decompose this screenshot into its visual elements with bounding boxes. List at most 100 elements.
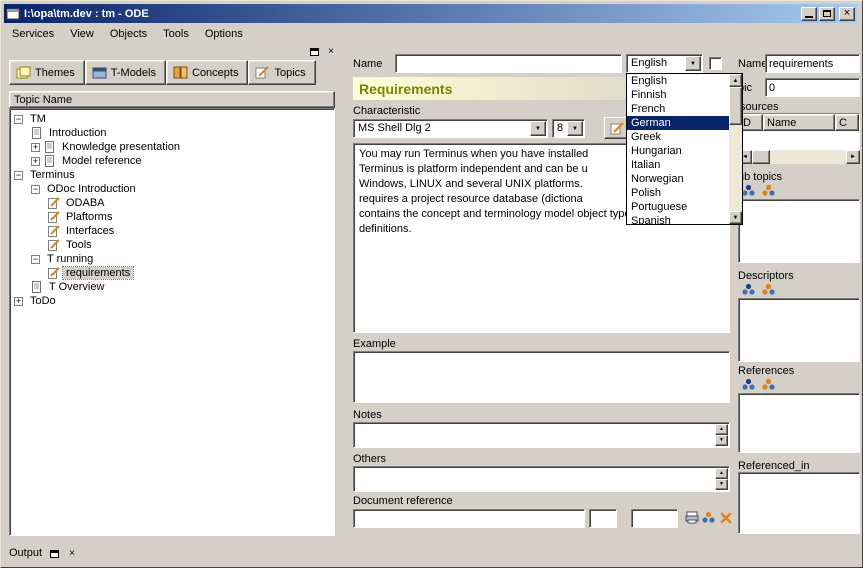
tab-themes[interactable]: Themes	[9, 60, 85, 85]
language-checkbox[interactable]	[709, 57, 722, 70]
scroll-down-button[interactable]: ▼	[715, 435, 728, 446]
language-option-norwegian[interactable]: Norwegian	[627, 172, 729, 186]
tree-expand-toggle[interactable]: −	[14, 115, 23, 124]
language-option-finnish[interactable]: Finnish	[627, 88, 729, 102]
scrollbar-thumb[interactable]	[729, 87, 742, 125]
chevron-down-icon: ▼	[690, 61, 696, 67]
tree-item-tools[interactable]: Tools	[10, 238, 334, 252]
rp-topic-input[interactable]	[765, 78, 860, 97]
title-bar: I:\opa\tm.dev : tm - ODE ×	[4, 4, 857, 23]
tree-expand-toggle[interactable]: +	[14, 297, 23, 306]
language-option-spanish[interactable]: Spanish	[627, 214, 729, 224]
tree-item-t-running[interactable]: −T running	[10, 252, 334, 266]
tree-expand-toggle[interactable]: −	[31, 255, 40, 264]
tab-concepts[interactable]: Concepts	[166, 60, 248, 85]
column-header[interactable]: Name	[763, 114, 835, 131]
others-textarea[interactable]: ▲ ▼	[353, 466, 730, 492]
print-button[interactable]	[683, 508, 700, 527]
add-descriptor-button[interactable]	[740, 282, 757, 297]
menu-item-tools[interactable]: Tools	[155, 25, 197, 43]
referenced-in-list[interactable]	[738, 472, 860, 534]
tree-item-odoc-introduction[interactable]: −ODoc Introduction	[10, 182, 334, 196]
minimize-button[interactable]	[801, 7, 817, 21]
chevron-down-icon: ▼	[535, 126, 541, 132]
tree-item-plaftorms[interactable]: Plaftorms	[10, 210, 334, 224]
tree-item-odaba[interactable]: ODABA	[10, 196, 334, 210]
document-reference-input[interactable]	[353, 509, 585, 528]
pencil-icon	[48, 197, 60, 209]
rp-subtopics-label: ub topics	[738, 171, 782, 183]
scroll-up-button[interactable]: ▲	[715, 468, 728, 479]
document-reference-page-input[interactable]	[589, 509, 617, 528]
language-option-portuguese[interactable]: Portuguese	[627, 200, 729, 214]
pencil-icon	[48, 211, 60, 223]
blue-cluster-icon	[741, 184, 756, 197]
tree-item-t-overview[interactable]: T Overview	[10, 280, 334, 294]
add-reference-button[interactable]	[740, 377, 757, 392]
select-descriptor-button[interactable]	[760, 282, 777, 297]
maximize-button[interactable]	[819, 7, 835, 21]
menu-item-view[interactable]: View	[62, 25, 102, 43]
tree-item-introduction[interactable]: Introduction	[10, 126, 334, 140]
language-option-polish[interactable]: Polish	[627, 186, 729, 200]
language-option-german[interactable]: German	[627, 116, 729, 130]
language-dropdown-button[interactable]: ▼	[685, 56, 701, 71]
notes-textarea[interactable]: ▲ ▼	[353, 422, 730, 448]
output-close-button[interactable]: ×	[65, 547, 79, 560]
name-input[interactable]	[395, 54, 622, 73]
pane-close-button[interactable]: ×	[324, 45, 338, 58]
output-panel-label: Output	[9, 547, 42, 559]
language-option-italian[interactable]: Italian	[627, 158, 729, 172]
document-reference-position-input[interactable]	[631, 509, 678, 528]
select-reference-button[interactable]	[760, 377, 777, 392]
tree-item-interfaces[interactable]: Interfaces	[10, 224, 334, 238]
scroll-up-button[interactable]: ▲	[729, 74, 742, 87]
tree-item-tm[interactable]: −TM	[10, 112, 334, 126]
font-size-dropdown-button[interactable]: ▼	[567, 121, 583, 136]
menu-item-services[interactable]: Services	[4, 25, 62, 43]
font-size-combobox[interactable]: 8 ▼	[552, 119, 585, 138]
tree-expand-toggle[interactable]: −	[31, 185, 40, 194]
scrollbar-thumb[interactable]	[752, 150, 770, 164]
tree-item-todo[interactable]: +ToDo	[10, 294, 334, 308]
tree-item-terminus[interactable]: −Terminus	[10, 168, 334, 182]
menu-item-objects[interactable]: Objects	[102, 25, 155, 43]
scrollbar-track[interactable]	[770, 150, 846, 164]
scroll-right-button[interactable]: ►	[846, 150, 860, 164]
language-combobox[interactable]: English ▼	[626, 54, 703, 73]
menu-item-options[interactable]: Options	[197, 25, 251, 43]
scrollbar-track[interactable]	[729, 125, 742, 211]
select-subtopic-button[interactable]	[760, 183, 777, 198]
scroll-down-button[interactable]: ▼	[715, 479, 728, 490]
language-option-greek[interactable]: Greek	[627, 130, 729, 144]
topic-name-column-header[interactable]: Topic Name	[9, 91, 335, 108]
tree-item-knowledge-presentation[interactable]: +Knowledge presentation	[10, 140, 334, 154]
references-list[interactable]	[738, 393, 860, 453]
tab-t-models[interactable]: T-Models	[85, 60, 166, 85]
remove-reference-button[interactable]	[717, 508, 734, 527]
scroll-down-button[interactable]: ▼	[729, 211, 742, 224]
font-dropdown-button[interactable]: ▼	[530, 121, 546, 136]
font-combobox[interactable]: MS Shell Dlg 2 ▼	[353, 119, 548, 138]
tab-topics[interactable]: Topics	[248, 60, 315, 85]
close-button[interactable]: ×	[839, 7, 855, 21]
document-reference-toolbar	[683, 508, 734, 527]
pane-float-button[interactable]	[307, 45, 321, 58]
column-header[interactable]: C	[835, 114, 859, 131]
tree-expand-toggle[interactable]: −	[14, 171, 23, 180]
tree-item-label: Interfaces	[63, 225, 117, 237]
tree-item-requirements[interactable]: requirements	[10, 266, 334, 280]
language-option-hungarian[interactable]: Hungarian	[627, 144, 729, 158]
rp-name-input[interactable]	[765, 54, 860, 73]
descriptors-list[interactable]	[738, 298, 860, 362]
output-float-button[interactable]	[47, 547, 61, 560]
example-textarea[interactable]	[353, 351, 730, 403]
tree-expand-toggle[interactable]: +	[31, 143, 40, 152]
subtopics-list[interactable]	[738, 199, 860, 263]
language-option-french[interactable]: French	[627, 102, 729, 116]
tree-expand-toggle[interactable]: +	[31, 157, 40, 166]
tree-item-model-reference[interactable]: +Model reference	[10, 154, 334, 168]
language-option-english[interactable]: English	[627, 74, 729, 88]
scroll-up-button[interactable]: ▲	[715, 424, 728, 435]
link-document-button[interactable]	[700, 508, 717, 527]
